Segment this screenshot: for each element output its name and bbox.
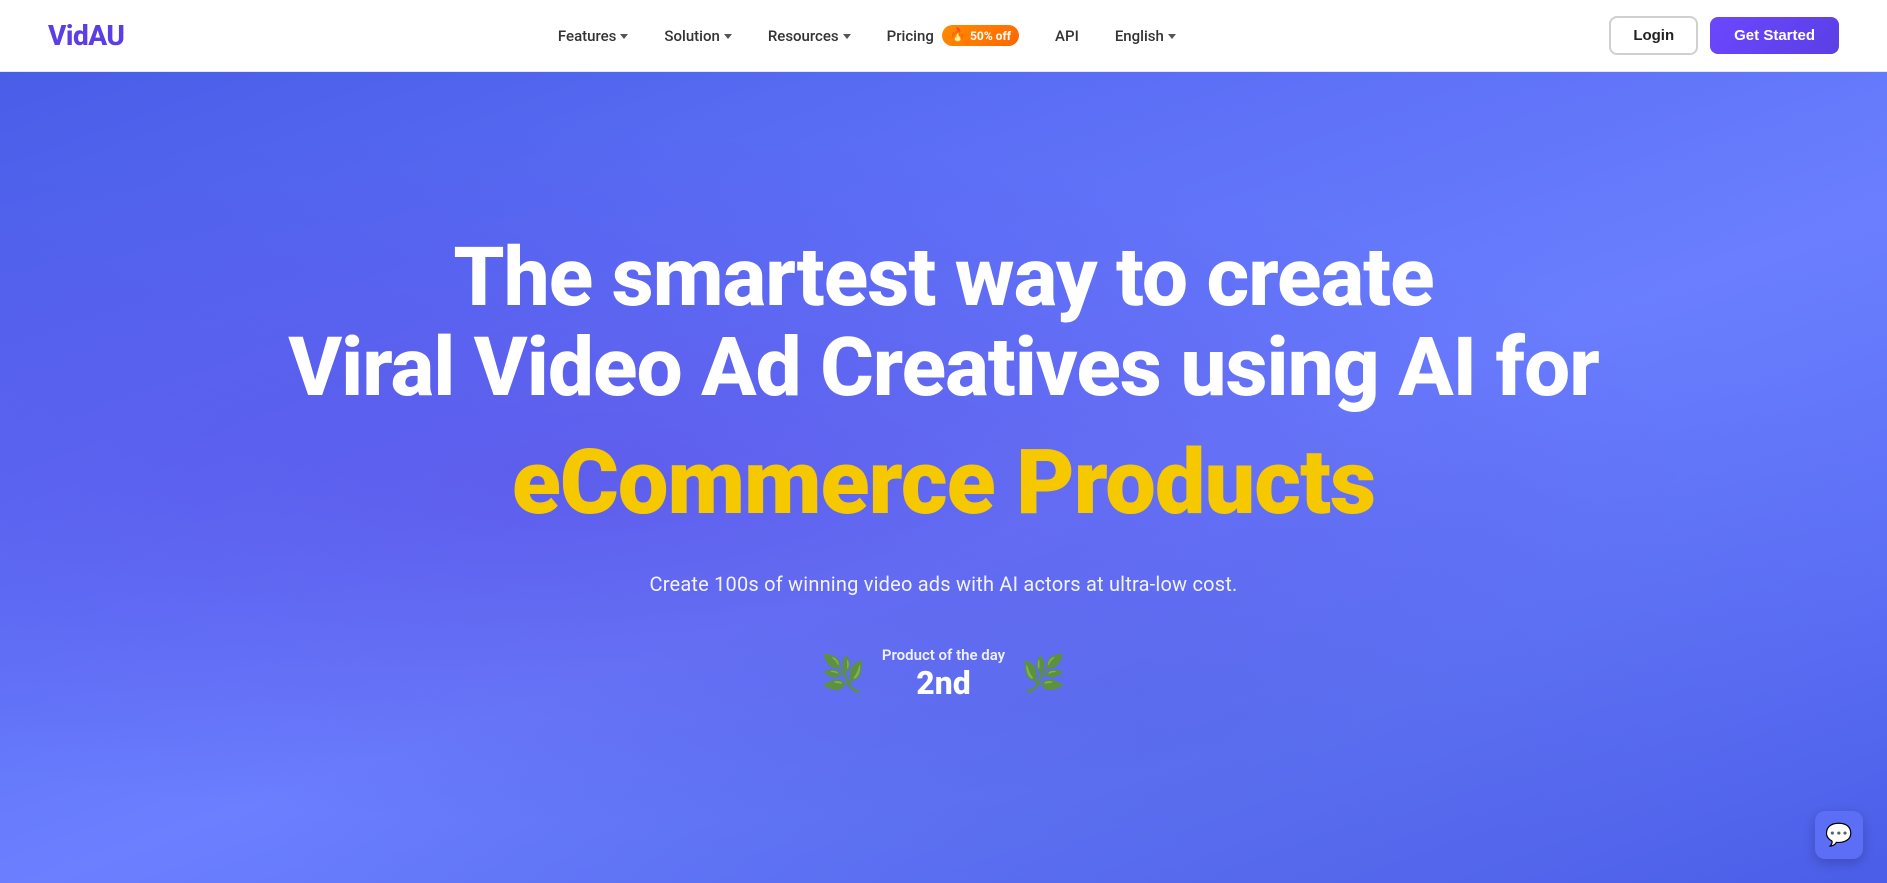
get-started-button[interactable]: Get Started bbox=[1710, 17, 1839, 54]
nav-resources[interactable]: Resources bbox=[754, 19, 865, 53]
fire-icon: 🔥 bbox=[950, 28, 966, 43]
award-text: Product of the day 2nd bbox=[882, 646, 1005, 702]
hero-title-highlight: eCommerce Products bbox=[288, 433, 1599, 532]
pricing-badge-text: 50% off bbox=[970, 29, 1011, 43]
nav-solution[interactable]: Solution bbox=[650, 19, 745, 53]
logo-text: VidAU bbox=[48, 19, 124, 52]
login-button[interactable]: Login bbox=[1609, 16, 1698, 55]
nav-api[interactable]: API bbox=[1041, 19, 1093, 53]
chevron-down-icon bbox=[1168, 34, 1176, 39]
nav-links: Features Solution Resources Pricing 🔥 50… bbox=[124, 17, 1609, 54]
features-label: Features bbox=[558, 27, 616, 45]
navbar-actions: Login Get Started bbox=[1609, 16, 1839, 55]
nav-english[interactable]: English bbox=[1101, 19, 1190, 53]
chevron-down-icon bbox=[724, 34, 732, 39]
hero-section: The smartest way to create Viral Video A… bbox=[0, 72, 1887, 883]
nav-features[interactable]: Features bbox=[544, 19, 642, 53]
navbar: VidAU Features Solution Resources Pricin… bbox=[0, 0, 1887, 72]
resources-label: Resources bbox=[768, 27, 839, 45]
laurel-left-icon: 🌿 bbox=[821, 653, 866, 695]
chat-icon: 💬 bbox=[1825, 823, 1852, 848]
hero-award: 🌿 Product of the day 2nd 🌿 bbox=[288, 646, 1599, 702]
pricing-label: Pricing bbox=[887, 27, 934, 45]
api-label: API bbox=[1055, 27, 1079, 45]
chevron-down-icon bbox=[843, 34, 851, 39]
laurel-right-icon: 🌿 bbox=[1021, 653, 1066, 695]
award-label: Product of the day bbox=[882, 646, 1005, 664]
english-label: English bbox=[1115, 27, 1164, 45]
hero-subtitle: Create 100s of winning video ads with AI… bbox=[288, 572, 1599, 596]
hero-content: The smartest way to create Viral Video A… bbox=[288, 233, 1599, 702]
solution-label: Solution bbox=[664, 27, 719, 45]
logo[interactable]: VidAU bbox=[48, 19, 124, 52]
award-rank: 2nd bbox=[882, 664, 1005, 702]
nav-pricing[interactable]: Pricing 🔥 50% off bbox=[873, 17, 1033, 54]
pricing-badge: 🔥 50% off bbox=[942, 25, 1019, 46]
hero-title-line1: The smartest way to create bbox=[288, 233, 1599, 323]
chat-bubble-button[interactable]: 💬 bbox=[1815, 811, 1863, 859]
chevron-down-icon bbox=[620, 34, 628, 39]
hero-title-line2: Viral Video Ad Creatives using AI for bbox=[288, 323, 1599, 413]
